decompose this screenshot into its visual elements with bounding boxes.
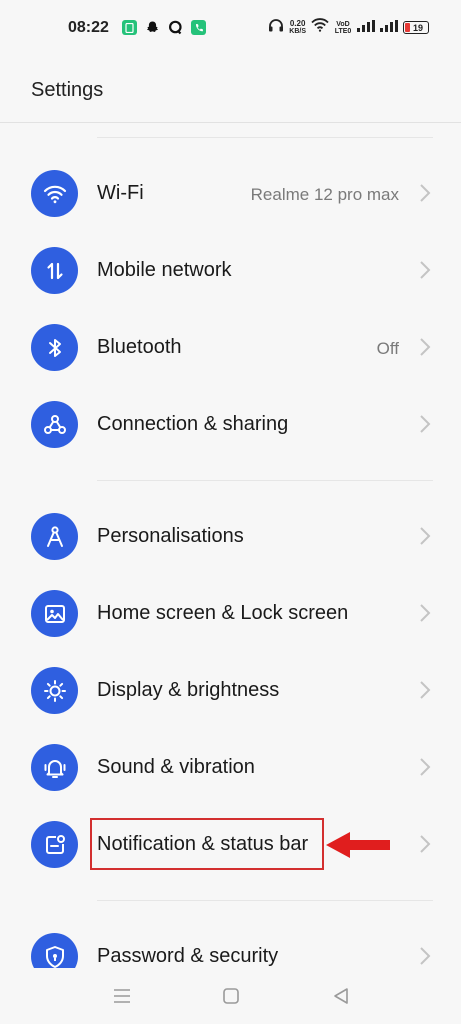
wifi-icon — [31, 170, 78, 217]
group-divider — [97, 137, 433, 138]
network-speed-value: 0.20 — [289, 19, 306, 28]
battery-level: 19 — [412, 22, 423, 33]
snapchat-icon — [145, 20, 160, 35]
brightness-icon — [31, 667, 78, 714]
chevron-right-icon — [419, 526, 431, 546]
chevron-right-icon — [419, 260, 431, 280]
highlight-box — [90, 818, 324, 870]
bell-icon — [31, 744, 78, 791]
settings-row-display-brightness[interactable]: Display & brightness — [0, 652, 461, 729]
connection-sharing-label: Connection & sharing — [97, 413, 289, 435]
status-bar: 08:22 0.20 KB/S VoD LTE0 19 — [0, 0, 461, 56]
signal-strength-icon — [357, 19, 375, 37]
chevron-right-icon — [419, 603, 431, 623]
bluetooth-icon — [31, 324, 78, 371]
group-divider — [97, 900, 433, 901]
signal-strength-2-icon — [380, 19, 398, 37]
chevron-right-icon — [419, 946, 431, 966]
status-time: 08:22 — [68, 19, 109, 36]
volte-label: VoD LTE0 — [334, 20, 352, 35]
settings-row-wifi[interactable]: Wi-Fi Realme 12 pro max — [0, 155, 461, 232]
chevron-right-icon — [419, 680, 431, 700]
system-icons: 0.20 KB/S VoD LTE0 19 — [268, 18, 429, 37]
app-notification-icon — [122, 20, 137, 35]
notification-icons — [122, 20, 206, 35]
password-security-label: Password & security — [97, 945, 279, 967]
wifi-status-icon — [311, 18, 329, 37]
settings-row-connection-sharing[interactable]: Connection & sharing — [0, 386, 461, 463]
settings-row-bluetooth[interactable]: Bluetooth Off — [0, 309, 461, 386]
home-lock-screen-label: Home screen & Lock screen — [97, 602, 349, 624]
settings-row-mobile-network[interactable]: Mobile network — [0, 232, 461, 309]
mobile-network-label: Mobile network — [97, 259, 232, 281]
battery-icon: 19 — [403, 21, 429, 34]
connection-sharing-icon — [31, 401, 78, 448]
sound-vibration-label: Sound & vibration — [97, 756, 255, 778]
phone-call-icon — [191, 20, 206, 35]
home-icon[interactable] — [217, 982, 245, 1010]
display-brightness-label: Display & brightness — [97, 679, 280, 701]
bluetooth-value: Off — [376, 339, 399, 358]
bluetooth-label: Bluetooth — [97, 336, 182, 358]
personalisations-label: Personalisations — [97, 525, 244, 547]
header-divider — [0, 122, 461, 123]
network-speed-unit: KB/S — [289, 28, 306, 35]
chevron-right-icon — [419, 337, 431, 357]
menu-icon[interactable] — [108, 982, 136, 1010]
notification-icon — [31, 821, 78, 868]
personalisation-icon — [31, 513, 78, 560]
wifi-value: Realme 12 pro max — [250, 185, 399, 204]
back-icon[interactable] — [327, 982, 355, 1010]
settings-row-home-lock-screen[interactable]: Home screen & Lock screen — [0, 575, 461, 652]
chevron-right-icon — [419, 757, 431, 777]
chevron-right-icon — [419, 834, 431, 854]
mobile-network-icon — [31, 247, 78, 294]
settings-row-sound-vibration[interactable]: Sound & vibration — [0, 729, 461, 806]
annotation-arrow-icon — [324, 830, 392, 865]
wifi-label: Wi-Fi — [97, 182, 144, 204]
network-speed: 0.20 KB/S — [289, 19, 306, 36]
settings-row-personalisations[interactable]: Personalisations — [0, 498, 461, 575]
chevron-right-icon — [419, 183, 431, 203]
image-icon — [31, 590, 78, 637]
chevron-right-icon — [419, 414, 431, 434]
navigation-bar — [0, 968, 461, 1024]
chat-app-icon — [168, 20, 183, 35]
group-divider — [97, 480, 433, 481]
headphones-icon — [268, 18, 284, 37]
page-title: Settings — [31, 79, 104, 101]
